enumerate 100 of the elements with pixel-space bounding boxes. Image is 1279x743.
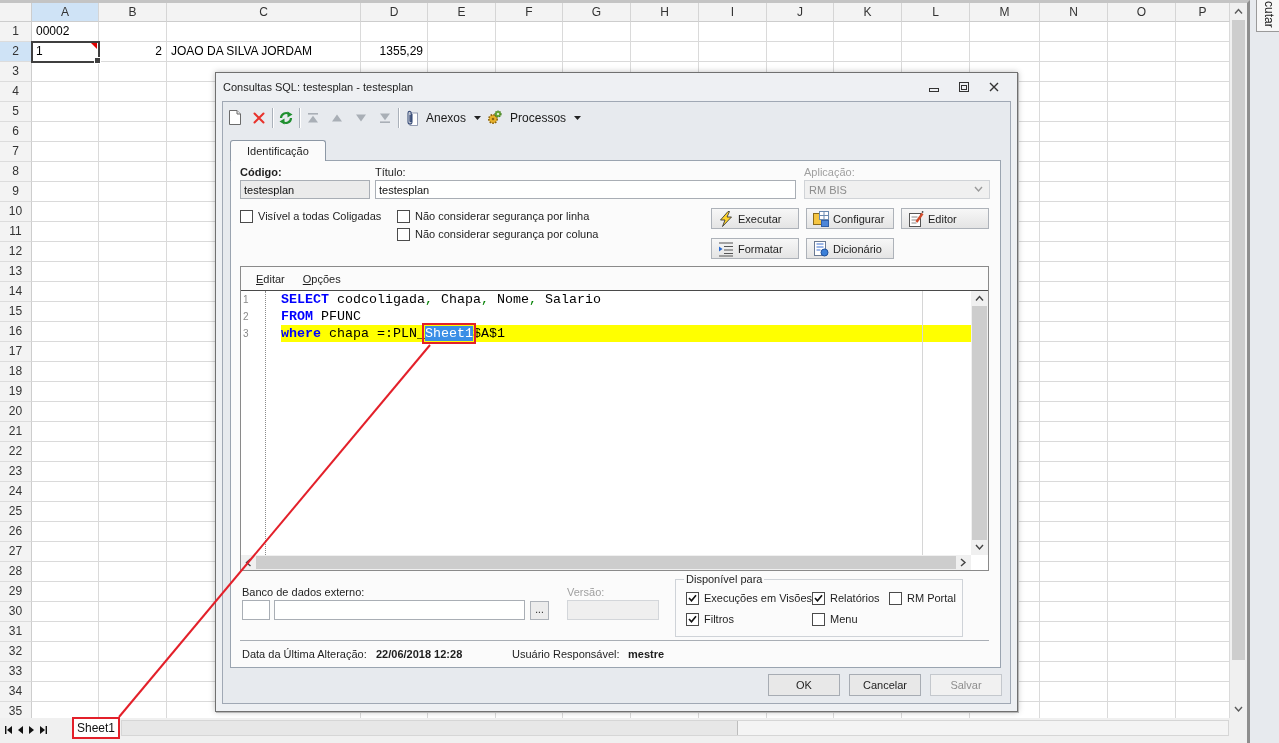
- checkbox[interactable]: [686, 591, 699, 605]
- browse-button[interactable]: ...: [530, 600, 549, 620]
- row-header[interactable]: 4: [0, 82, 32, 102]
- processes-menu[interactable]: Processos: [487, 106, 582, 129]
- scroll-up-icon[interactable]: [1234, 8, 1243, 15]
- checkbox[interactable]: [686, 612, 699, 626]
- column-header[interactable]: K: [834, 3, 902, 22]
- action-button[interactable]: Editor: [901, 208, 989, 229]
- scroll-thumb[interactable]: [1232, 20, 1245, 660]
- text-field[interactable]: testesplan: [240, 180, 370, 199]
- row-header[interactable]: 3: [0, 62, 32, 82]
- row-header[interactable]: 14: [0, 282, 32, 302]
- scroll-left-icon[interactable]: [245, 558, 252, 567]
- caret-left-icon[interactable]: [18, 726, 23, 734]
- skip-back-icon[interactable]: [5, 726, 12, 734]
- row-header[interactable]: 10: [0, 202, 32, 222]
- row-header[interactable]: 20: [0, 402, 32, 422]
- action-button[interactable]: Dicionário: [806, 238, 894, 259]
- new-document-icon[interactable]: [229, 110, 241, 125]
- dialog-button[interactable]: OK: [768, 674, 840, 696]
- row-header[interactable]: 13: [0, 262, 32, 282]
- row-header[interactable]: 24: [0, 482, 32, 502]
- row-header[interactable]: 30: [0, 602, 32, 622]
- row-header[interactable]: 33: [0, 662, 32, 682]
- text-field[interactable]: [274, 600, 525, 620]
- column-header[interactable]: O: [1108, 3, 1176, 22]
- checkbox[interactable]: [812, 612, 825, 626]
- row-header[interactable]: 19: [0, 382, 32, 402]
- row-header[interactable]: 6: [0, 122, 32, 142]
- row-header[interactable]: 29: [0, 582, 32, 602]
- row-header[interactable]: 34: [0, 682, 32, 702]
- scroll-thumb[interactable]: [122, 721, 739, 735]
- scroll-right-icon[interactable]: [960, 558, 967, 567]
- column-header[interactable]: G: [563, 3, 631, 22]
- column-header[interactable]: N: [1040, 3, 1108, 22]
- scroll-down-icon[interactable]: [975, 544, 984, 551]
- row-header[interactable]: 32: [0, 642, 32, 662]
- row-header[interactable]: 2: [0, 42, 32, 62]
- row-header[interactable]: 5: [0, 102, 32, 122]
- tab[interactable]: Identificação: [230, 140, 326, 161]
- close-icon[interactable]: [989, 82, 999, 92]
- checkbox[interactable]: [240, 209, 253, 223]
- row-header[interactable]: 31: [0, 622, 32, 642]
- row-header[interactable]: 35: [0, 702, 32, 718]
- scroll-thumb[interactable]: [972, 306, 987, 540]
- column-header[interactable]: L: [902, 3, 970, 22]
- checkbox[interactable]: [812, 591, 825, 605]
- table-cell[interactable]: 1: [32, 42, 99, 62]
- row-header[interactable]: 9: [0, 182, 32, 202]
- column-header[interactable]: E: [428, 3, 496, 22]
- column-header[interactable]: J: [767, 3, 834, 22]
- column-header[interactable]: D: [361, 3, 428, 22]
- row-header[interactable]: 21: [0, 422, 32, 442]
- action-button[interactable]: Formatar: [711, 238, 799, 259]
- scroll-down-icon[interactable]: [1234, 706, 1243, 713]
- refresh-icon[interactable]: [279, 110, 293, 125]
- sheet-tab[interactable]: Sheet1: [72, 717, 121, 739]
- column-header[interactable]: C: [167, 3, 361, 22]
- checkbox[interactable]: [889, 591, 902, 605]
- row-header[interactable]: 27: [0, 542, 32, 562]
- column-header[interactable]: I: [699, 3, 767, 22]
- row-header[interactable]: 1: [0, 22, 32, 42]
- row-header[interactable]: 22: [0, 442, 32, 462]
- attachments-menu[interactable]: Anexos: [406, 106, 482, 129]
- scroll-thumb[interactable]: [256, 556, 956, 569]
- checkbox[interactable]: [397, 227, 410, 241]
- text-field[interactable]: testesplan: [375, 180, 796, 199]
- dialog-button[interactable]: Cancelar: [849, 674, 921, 696]
- action-button[interactable]: Executar: [711, 208, 799, 229]
- row-header[interactable]: 8: [0, 162, 32, 182]
- column-header[interactable]: A: [32, 3, 99, 22]
- text-field[interactable]: [242, 600, 270, 620]
- menu-item[interactable]: Editar: [256, 272, 285, 285]
- checkbox[interactable]: [397, 209, 410, 223]
- row-header[interactable]: 28: [0, 562, 32, 582]
- x-mark-icon[interactable]: [253, 111, 265, 124]
- action-button[interactable]: Configurar: [806, 208, 894, 229]
- side-tab[interactable]: cutar: [1256, 0, 1279, 32]
- row-header[interactable]: 11: [0, 222, 32, 242]
- column-header[interactable]: M: [970, 3, 1040, 22]
- menu-item[interactable]: Opções: [302, 272, 341, 285]
- row-header[interactable]: 17: [0, 342, 32, 362]
- restore-icon[interactable]: [959, 82, 969, 92]
- row-header[interactable]: 15: [0, 302, 32, 322]
- column-header[interactable]: B: [99, 3, 167, 22]
- row-header[interactable]: 18: [0, 362, 32, 382]
- column-header[interactable]: P: [1176, 3, 1230, 22]
- row-header[interactable]: 16: [0, 322, 32, 342]
- row-header[interactable]: 7: [0, 142, 32, 162]
- row-header[interactable]: 23: [0, 462, 32, 482]
- caret-right-icon[interactable]: [29, 726, 34, 734]
- scroll-up-icon[interactable]: [975, 295, 984, 302]
- column-header[interactable]: H: [631, 3, 699, 22]
- fill-handle[interactable]: [94, 57, 101, 64]
- skip-forward-icon[interactable]: [40, 726, 47, 734]
- column-header[interactable]: F: [496, 3, 563, 22]
- gears-icon: [487, 110, 503, 125]
- row-header[interactable]: 26: [0, 522, 32, 542]
- row-header[interactable]: 25: [0, 502, 32, 522]
- row-header[interactable]: 12: [0, 242, 32, 262]
